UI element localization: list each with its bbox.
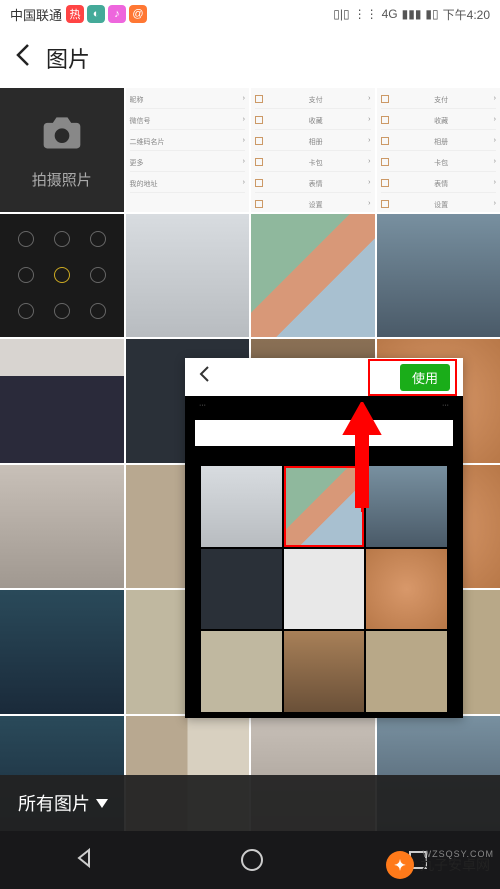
album-selector-bar[interactable]: 所有图片 xyxy=(0,775,500,831)
app-icon-3: ♪ xyxy=(108,5,126,23)
time-text: 下午4:20 xyxy=(443,6,490,23)
popup-thumb-man[interactable] xyxy=(366,466,447,547)
grid-image-settings-1[interactable]: 昵称› 微信号› 二维码名片› 更多› 我的地址› xyxy=(126,88,250,212)
status-bar: 中国联通 热 ◐ ♪ @ ▯|▯ ⋮⋮ 4G ▮▮▮ ▮▯ 下午4:20 xyxy=(0,0,500,28)
grid-image-mural[interactable] xyxy=(251,214,375,338)
grid-image-man[interactable] xyxy=(377,214,500,338)
dropdown-icon xyxy=(96,799,108,808)
nav-home-button[interactable] xyxy=(241,849,263,871)
camera-icon xyxy=(40,110,84,159)
back-button[interactable] xyxy=(14,41,32,76)
watermark: ✦ 丸子安卓网 xyxy=(382,847,494,883)
album-label: 所有图片 xyxy=(18,790,90,816)
status-left: 中国联通 热 ◐ ♪ @ xyxy=(10,5,147,24)
status-app-icons: 热 ◐ ♪ @ xyxy=(66,5,147,23)
nav-back-button[interactable] xyxy=(73,847,95,874)
popup-thumb-dog[interactable] xyxy=(366,549,447,630)
watermark-icon: ✦ xyxy=(386,851,414,879)
signal-text: 4G xyxy=(382,7,398,21)
use-button[interactable]: 使用 xyxy=(400,364,450,391)
grid-image-settings-3[interactable]: 支付› 收藏› 相册› 卡包› 表情› 设置› xyxy=(377,88,500,212)
watermark-text: 丸子安卓网 xyxy=(420,855,490,875)
app-icon-4: @ xyxy=(129,5,147,23)
grid-image-settings-2[interactable]: 支付› 收藏› 相册› 卡包› 表情› 设置› xyxy=(251,88,375,212)
popup-thumb-boy[interactable] xyxy=(201,466,282,547)
popup-mini-status: ······ xyxy=(195,402,453,416)
popup-gallery xyxy=(195,454,453,718)
popup-body: ······ xyxy=(185,396,463,718)
popup-search-input[interactable] xyxy=(195,420,453,446)
album-selector[interactable]: 所有图片 xyxy=(18,790,108,816)
title-bar: 图片 xyxy=(0,28,500,88)
page-title: 图片 xyxy=(46,42,90,74)
status-right: ▯|▯ ⋮⋮ 4G ▮▮▮ ▮▯ 下午4:20 xyxy=(333,6,490,23)
grid-image-woman[interactable] xyxy=(0,339,124,463)
popup-back-button[interactable] xyxy=(191,364,217,390)
grid-image-camera-settings[interactable] xyxy=(0,214,124,338)
popup-thumb-player[interactable] xyxy=(284,549,365,630)
app-icon-2: ◐ xyxy=(87,5,105,23)
app-icon-1: 热 xyxy=(66,5,84,23)
grid-image-cat[interactable] xyxy=(0,465,124,589)
carrier-text: 中国联通 xyxy=(10,5,62,24)
preview-popup: 使用 ······ xyxy=(185,358,463,718)
camera-tile[interactable]: 拍摄照片 xyxy=(0,88,124,212)
vibrate-icon: ▯|▯ xyxy=(333,7,349,21)
grid-image-boy[interactable] xyxy=(126,214,250,338)
popup-thumb-rocks[interactable] xyxy=(284,631,365,712)
battery-icon: ▮▯ xyxy=(425,7,438,21)
signal-bars-icon: ▮▮▮ xyxy=(402,7,422,21)
use-button-highlight: 使用 xyxy=(368,359,457,396)
popup-thumb-arch[interactable] xyxy=(366,631,447,712)
camera-label: 拍摄照片 xyxy=(32,169,92,190)
wifi-icon: ⋮⋮ xyxy=(354,7,378,21)
grid-image-city[interactable] xyxy=(0,590,124,714)
popup-thumb-dress[interactable] xyxy=(201,631,282,712)
popup-header: 使用 xyxy=(185,358,463,396)
popup-thumb-suit[interactable] xyxy=(201,549,282,630)
popup-thumb-mural-selected[interactable] xyxy=(284,466,365,547)
